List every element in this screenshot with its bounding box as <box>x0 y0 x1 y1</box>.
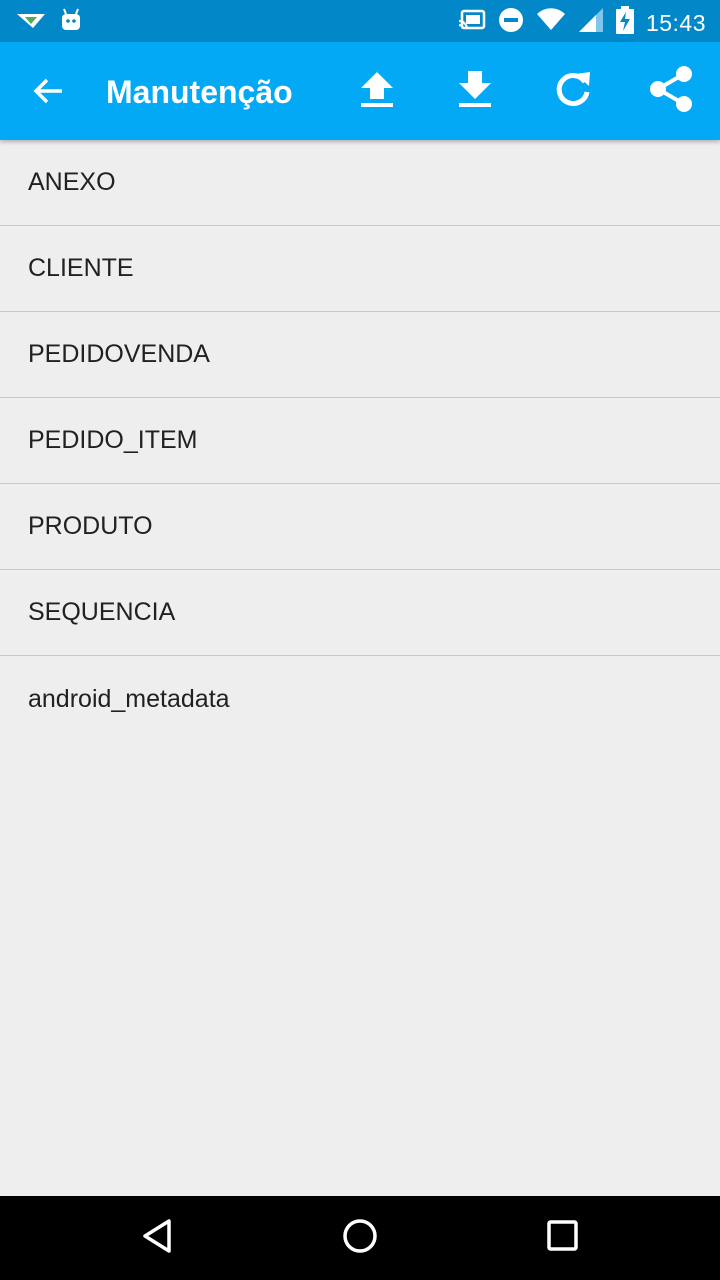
battery-charging-icon <box>615 6 634 39</box>
list-item-anexo[interactable]: ANEXO <box>0 140 720 226</box>
refresh-icon <box>552 68 594 115</box>
navigation-bar <box>0 1196 720 1280</box>
notification-arrow-icon <box>16 8 46 37</box>
upload-icon <box>357 69 397 114</box>
table-list: ANEXO CLIENTE PEDIDOVENDA PEDIDO_ITEM PR… <box>0 140 720 742</box>
back-button[interactable] <box>24 67 72 115</box>
arrow-back-icon <box>24 78 72 119</box>
back-icon <box>140 1218 176 1259</box>
signal-icon <box>578 7 604 38</box>
download-icon <box>455 69 495 114</box>
app-bar: Manutenção <box>0 42 720 140</box>
android-icon <box>60 8 82 37</box>
nav-home-button[interactable] <box>336 1214 384 1262</box>
clock: 15:43 <box>645 9 706 36</box>
refresh-button[interactable] <box>549 67 597 115</box>
list-item-pedidovenda[interactable]: PEDIDOVENDA <box>0 312 720 398</box>
list-item-sequencia[interactable]: SEQUENCIA <box>0 570 720 656</box>
nav-recents-button[interactable] <box>539 1214 587 1262</box>
status-bar: 15:43 <box>0 0 720 42</box>
upload-button[interactable] <box>353 67 401 115</box>
home-icon <box>342 1218 378 1259</box>
nav-back-button[interactable] <box>134 1214 182 1262</box>
share-button[interactable] <box>647 65 695 118</box>
download-button[interactable] <box>451 67 499 115</box>
cast-icon <box>458 8 486 37</box>
page-title: Manutenção <box>106 74 293 110</box>
list-item-android-metadata[interactable]: android_metadata <box>0 656 720 742</box>
wifi-icon <box>536 8 566 37</box>
list-item-cliente[interactable]: CLIENTE <box>0 226 720 312</box>
list-item-produto[interactable]: PRODUTO <box>0 484 720 570</box>
recents-icon <box>546 1219 580 1258</box>
do-not-disturb-icon <box>498 7 524 38</box>
share-icon <box>648 65 694 118</box>
list-item-pedido-item[interactable]: PEDIDO_ITEM <box>0 398 720 484</box>
